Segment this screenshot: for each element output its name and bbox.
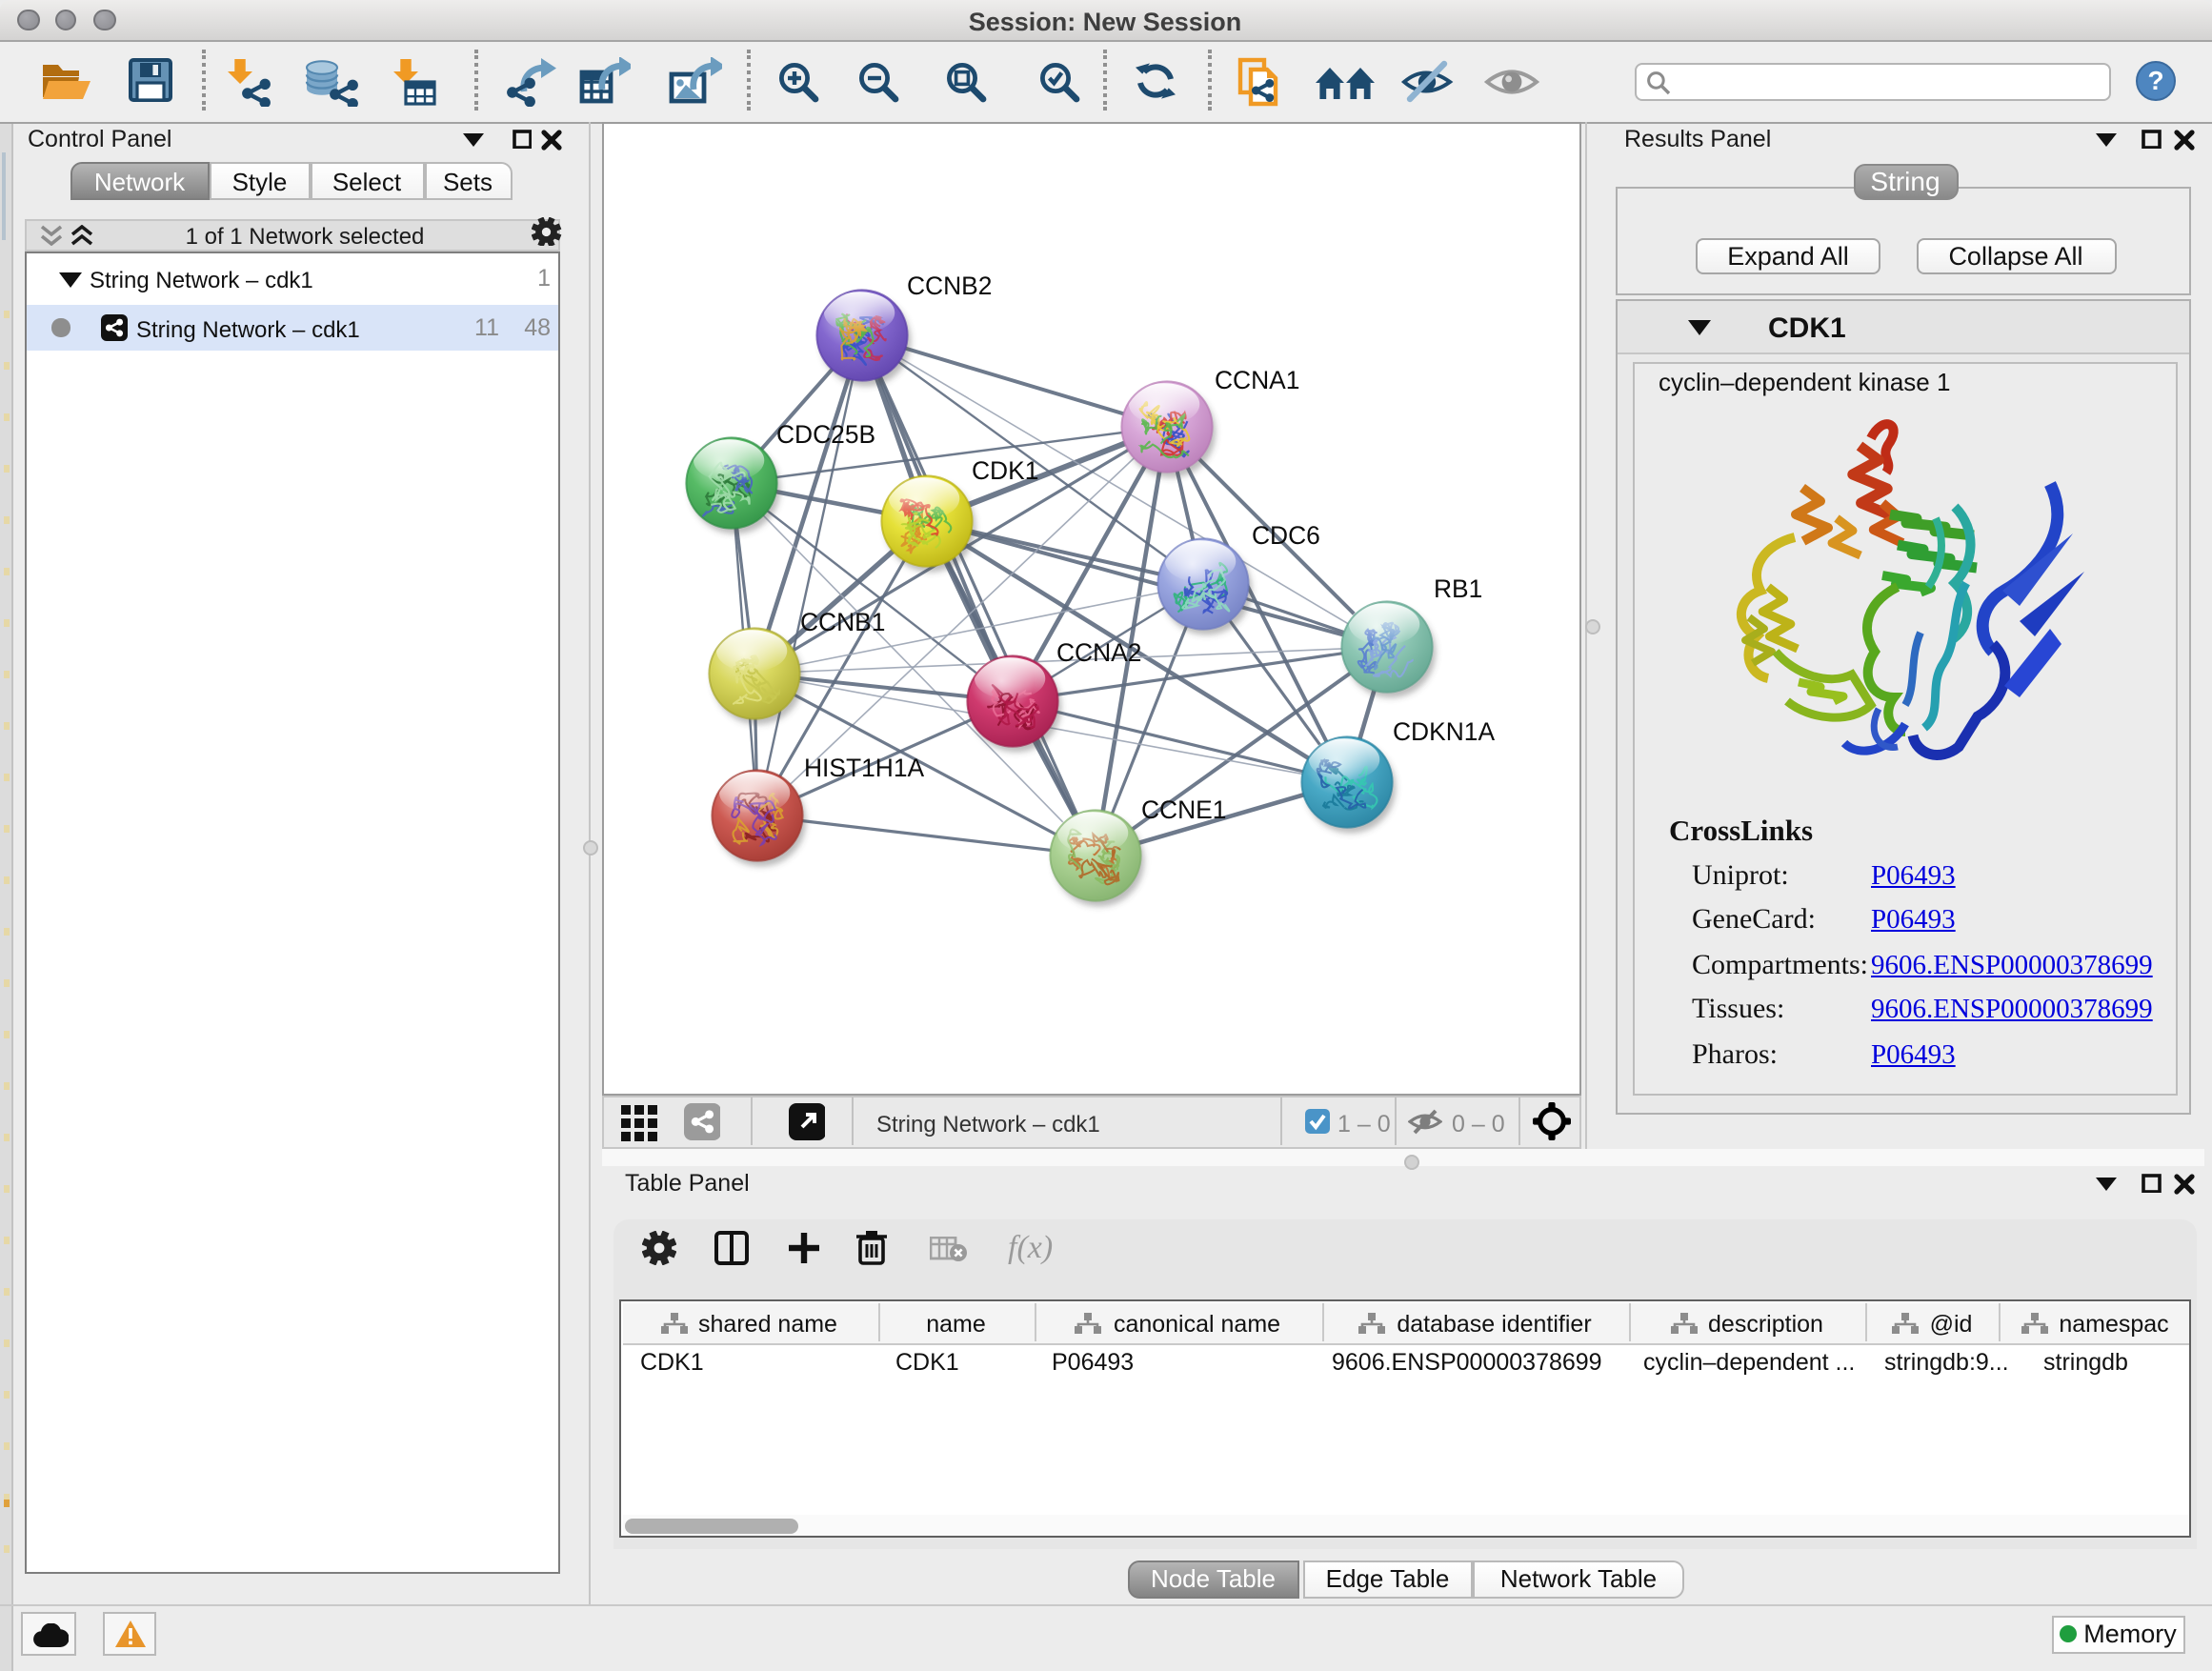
- svg-text:HIST1H1A: HIST1H1A: [804, 753, 925, 781]
- svg-text:CDC25B: CDC25B: [776, 419, 875, 448]
- svg-text:CDK1: CDK1: [972, 455, 1038, 484]
- svg-text:CCNA1: CCNA1: [1215, 365, 1299, 393]
- svg-text:CCNB1: CCNB1: [800, 607, 885, 635]
- svg-text:RB1: RB1: [1434, 574, 1482, 602]
- svg-text:CDC6: CDC6: [1252, 520, 1320, 549]
- svg-text:CDKN1A: CDKN1A: [1393, 716, 1495, 745]
- svg-text:CCNA2: CCNA2: [1056, 637, 1141, 666]
- svg-text:CCNE1: CCNE1: [1141, 795, 1226, 823]
- svg-text:CCNB2: CCNB2: [907, 271, 992, 299]
